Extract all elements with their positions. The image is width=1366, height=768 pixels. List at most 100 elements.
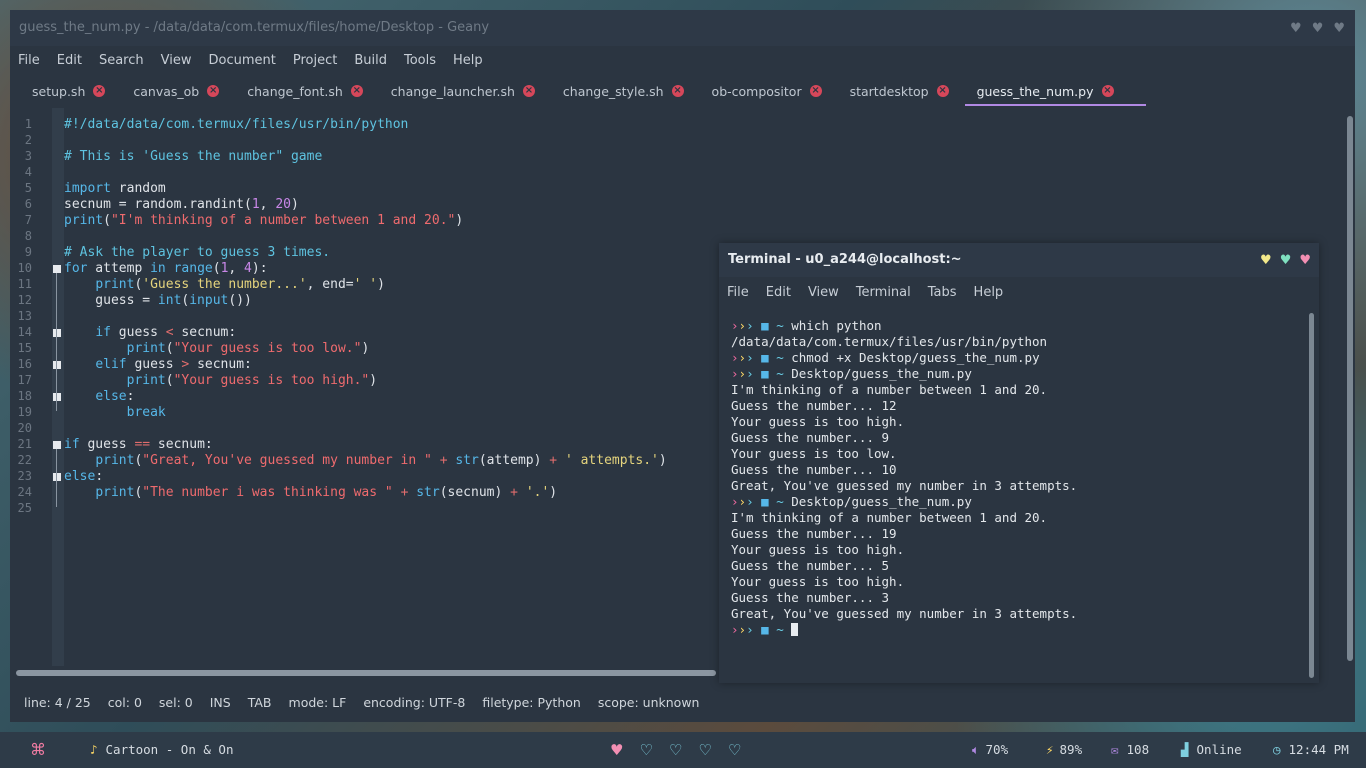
command-icon[interactable]: ⌘ xyxy=(30,732,46,768)
terminal-output-line: Guess the number... 10 xyxy=(731,462,897,477)
code-line[interactable]: if guess == secnum: xyxy=(64,437,213,452)
menu-help[interactable]: Help xyxy=(974,285,1004,300)
close-icon[interactable]: × xyxy=(207,85,220,97)
terminal-titlebar[interactable]: Terminal - u0_a244@localhost:~ ♥ ♥ ♥ xyxy=(719,243,1319,277)
tab-label: change_style.sh xyxy=(562,83,664,99)
fold-guide xyxy=(56,449,57,507)
menu-file[interactable]: File xyxy=(18,53,40,68)
taskbar: ⌘ ♪ Cartoon - On & On ♥ ♡ ♡ ♡ ♡ 🔈︎ 70% ⚡… xyxy=(0,732,1366,768)
battery-value: 89% xyxy=(1059,742,1083,757)
fold-marker-icon[interactable] xyxy=(53,473,61,481)
code-line[interactable]: print("I'm thinking of a number between … xyxy=(64,213,463,228)
code-line[interactable]: else: xyxy=(64,469,103,484)
maximize-heart-icon[interactable]: ♥ xyxy=(1312,22,1324,35)
menu-tools[interactable]: Tools xyxy=(404,53,436,68)
close-heart-icon[interactable]: ♥ xyxy=(1299,254,1311,267)
menu-project[interactable]: Project xyxy=(293,53,337,68)
code-line[interactable]: for attemp in range(1, 4): xyxy=(64,261,268,276)
menu-view[interactable]: View xyxy=(808,285,839,300)
code-line[interactable]: # This is 'Guess the number" game xyxy=(64,149,322,164)
tab-guess-the-num-py[interactable]: guess_the_num.py × xyxy=(964,76,1146,106)
status-scope: scope: unknown xyxy=(597,694,700,710)
code-line[interactable]: print("Your guess is too low.") xyxy=(64,341,370,356)
terminal-scrollbar[interactable] xyxy=(1309,313,1314,678)
fold-marker-icon[interactable] xyxy=(53,329,61,337)
mail-widget[interactable]: ✉ 108 xyxy=(1111,732,1149,768)
code-line[interactable]: break xyxy=(64,405,166,420)
menu-search[interactable]: Search xyxy=(99,53,144,68)
minimize-heart-icon[interactable]: ♥ xyxy=(1290,22,1302,35)
close-icon[interactable]: × xyxy=(671,85,684,97)
fold-marker-icon[interactable] xyxy=(53,361,61,369)
geany-titlebar[interactable]: guess_the_num.py - /data/data/com.termux… xyxy=(10,10,1355,46)
menu-build[interactable]: Build xyxy=(354,53,387,68)
fold-marker-icon[interactable] xyxy=(53,393,61,401)
terminal-output[interactable]: ››› ■ ~ which python/data/data/com.termu… xyxy=(731,318,1301,638)
workspace-switcher: ♥ ♡ ♡ ♡ ♡ xyxy=(602,732,749,768)
clock-time: 12:44 PM xyxy=(1288,742,1349,757)
minimize-heart-icon[interactable]: ♥ xyxy=(1260,254,1272,267)
code-line[interactable]: secnum = random.randint(1, 20) xyxy=(64,197,299,212)
line-number: 13 xyxy=(17,309,32,323)
network-widget[interactable]: ▟ Online xyxy=(1181,732,1242,768)
close-icon[interactable]: × xyxy=(809,85,822,97)
maximize-heart-icon[interactable]: ♥ xyxy=(1280,254,1292,267)
line-number: 18 xyxy=(17,389,32,403)
code-line[interactable]: print('Guess the number...', end=' ') xyxy=(64,277,385,292)
workspace-1-heart-icon[interactable]: ♥ xyxy=(610,732,623,768)
menu-file[interactable]: File xyxy=(727,285,749,300)
menu-tabs[interactable]: Tabs xyxy=(928,285,957,300)
close-icon[interactable]: × xyxy=(936,85,949,97)
code-line[interactable]: #!/data/data/com.termux/files/usr/bin/py… xyxy=(64,117,408,132)
code-line[interactable]: import random xyxy=(64,181,166,196)
menu-view[interactable]: View xyxy=(161,53,192,68)
code-line[interactable]: print("Great, You've guessed my number i… xyxy=(64,453,666,468)
editor-horizontal-scrollbar[interactable] xyxy=(16,670,716,676)
terminal-output-line: Your guess is too low. xyxy=(731,446,897,461)
code-line[interactable]: guess = int(input()) xyxy=(64,293,252,308)
menu-terminal[interactable]: Terminal xyxy=(856,285,911,300)
code-line[interactable]: print("The number i was thinking was " +… xyxy=(64,485,557,500)
close-icon[interactable]: × xyxy=(350,85,363,97)
tab-change-style-sh[interactable]: change_style.sh × xyxy=(555,76,692,106)
status-line: line: 4 / 25 xyxy=(24,694,91,710)
music-widget[interactable]: ♪ Cartoon - On & On xyxy=(90,732,233,768)
tab-setup-sh[interactable]: setup.sh × xyxy=(24,76,113,106)
volume-widget[interactable]: 🔈︎ 70% xyxy=(972,732,1008,768)
menu-edit[interactable]: Edit xyxy=(57,53,82,68)
fold-guide xyxy=(56,273,57,411)
menu-document[interactable]: Document xyxy=(208,53,275,68)
tab-change-font-sh[interactable]: change_font.sh × xyxy=(239,76,371,106)
fold-marker-icon[interactable] xyxy=(53,441,61,449)
tab-change-launcher-sh[interactable]: change_launcher.sh × xyxy=(383,76,543,106)
tab-ob-compositor[interactable]: ob-compositor × xyxy=(704,76,830,106)
terminal-output-line: Your guess is too high. xyxy=(731,574,905,589)
terminal-command-line: ››› ■ ~ xyxy=(731,622,1301,638)
fold-marker-icon[interactable] xyxy=(53,265,61,273)
workspace-3-heart-icon[interactable]: ♡ xyxy=(669,732,682,768)
menu-edit[interactable]: Edit xyxy=(766,285,791,300)
workspace-5-heart-icon[interactable]: ♡ xyxy=(728,732,741,768)
close-icon[interactable]: × xyxy=(522,85,535,97)
close-icon[interactable]: × xyxy=(1101,85,1114,97)
clock-widget[interactable]: ◷ 12:44 PM xyxy=(1273,732,1349,768)
editor-vertical-scrollbar[interactable] xyxy=(1347,116,1353,661)
close-icon[interactable]: × xyxy=(93,85,106,97)
workspace-4-heart-icon[interactable]: ♡ xyxy=(698,732,711,768)
workspace-2-heart-icon[interactable]: ♡ xyxy=(639,732,652,768)
fold-margin xyxy=(52,108,64,666)
line-number: 1 xyxy=(24,117,32,131)
code-line[interactable]: elif guess > secnum: xyxy=(64,357,252,372)
tab-startdesktop[interactable]: startdesktop × xyxy=(842,76,957,106)
status-col: col: 0 xyxy=(107,694,142,710)
code-line[interactable]: print("Your guess is too high.") xyxy=(64,373,377,388)
tab-canvas-ob[interactable]: canvas_ob × xyxy=(125,76,227,106)
line-number: 11 xyxy=(17,277,32,291)
line-number: 2 xyxy=(24,133,32,147)
close-heart-icon[interactable]: ♥ xyxy=(1333,22,1345,35)
status-filetype: filetype: Python xyxy=(482,694,581,710)
code-line[interactable]: # Ask the player to guess 3 times. xyxy=(64,245,330,260)
code-line[interactable]: else: xyxy=(64,389,134,404)
code-line[interactable]: if guess < secnum: xyxy=(64,325,236,340)
menu-help[interactable]: Help xyxy=(453,53,483,68)
